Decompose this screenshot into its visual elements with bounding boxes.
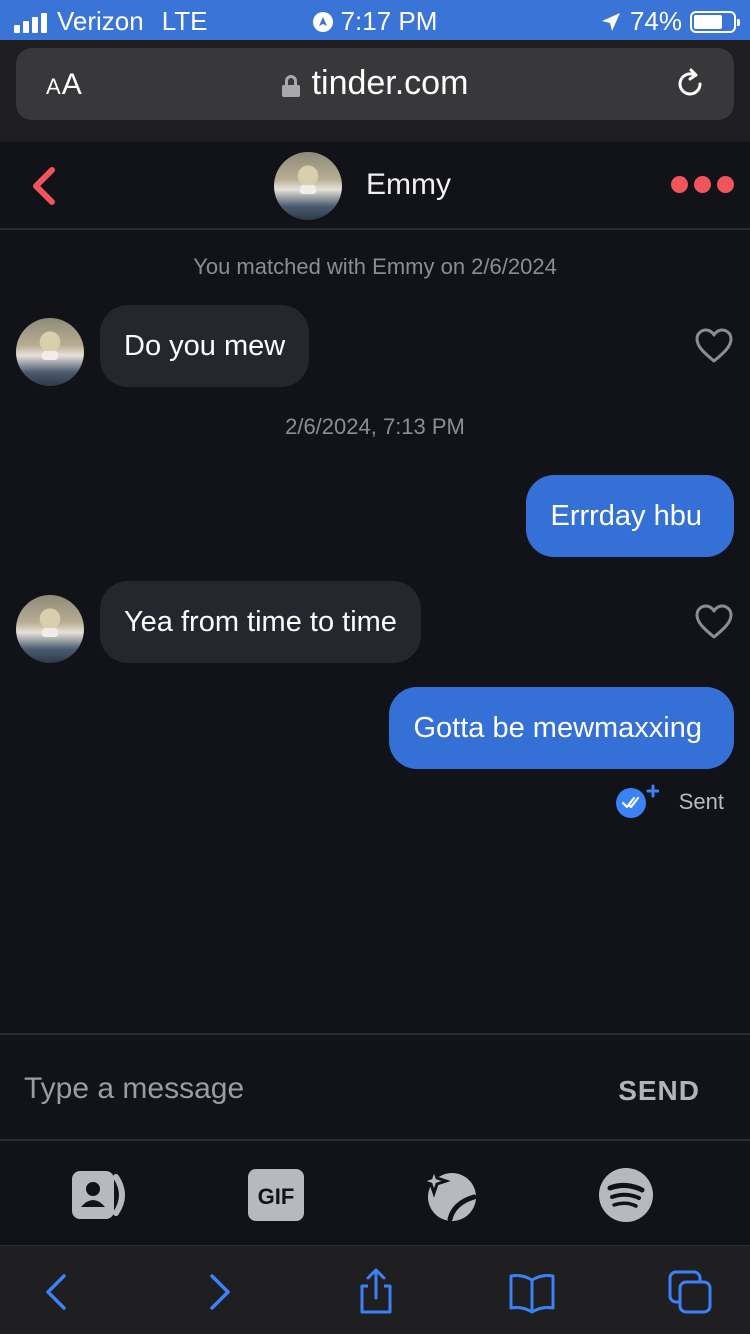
incoming-message-bubble[interactable]: Yea from time to time (100, 581, 421, 663)
browser-toolbar (0, 1245, 750, 1334)
match-avatar[interactable] (274, 152, 342, 220)
sparkle-sticker-icon[interactable] (420, 1167, 480, 1223)
navigation-icon (312, 11, 333, 32)
match-date-note: You matched with Emmy on 2/6/2024 (193, 254, 557, 279)
message-composer: SEND (0, 1033, 750, 1141)
back-chevron-icon[interactable] (28, 164, 58, 208)
lock-icon (281, 74, 300, 97)
tabs-icon[interactable] (666, 1268, 714, 1316)
status-bar: Verizon LTE 7:17 PM 74% (0, 0, 750, 40)
match-name[interactable]: Emmy (366, 168, 451, 202)
incoming-message-bubble[interactable]: Do you mew (100, 305, 310, 387)
chat-header: Emmy (0, 142, 750, 230)
spotify-icon[interactable] (596, 1167, 656, 1223)
forward-icon[interactable] (194, 1268, 242, 1316)
outgoing-message-bubble[interactable]: Errrday hbu (526, 475, 734, 557)
sent-label: Sent (678, 789, 724, 814)
like-heart-icon[interactable] (695, 328, 733, 364)
sender-avatar[interactable] (16, 318, 84, 386)
message-input[interactable] (24, 1067, 524, 1111)
bookmarks-icon[interactable] (508, 1268, 556, 1316)
battery-percent: 74% (629, 6, 682, 36)
reload-icon[interactable] (672, 66, 708, 102)
send-button[interactable]: SEND (618, 1075, 700, 1107)
message-timestamp: 2/6/2024, 7:13 PM (285, 414, 465, 439)
url-text: tinder.com (311, 64, 469, 102)
back-icon[interactable] (34, 1268, 82, 1316)
contact-card-icon[interactable] (70, 1167, 130, 1223)
battery-icon (690, 10, 740, 33)
outgoing-message-bubble[interactable]: Gotta be mewmaxxing (389, 687, 734, 769)
location-arrow-icon (601, 12, 620, 31)
gif-icon[interactable]: GIF (246, 1167, 306, 1223)
gif-label: GIF (258, 1184, 295, 1209)
address-bar[interactable]: AA tinder.com (16, 48, 734, 120)
composer-tools: GIF (0, 1141, 750, 1245)
clock: 7:17 PM (340, 6, 438, 36)
share-icon[interactable] (352, 1268, 400, 1316)
sender-avatar[interactable] (16, 595, 84, 663)
more-options-icon[interactable] (671, 176, 734, 193)
read-receipt-icon[interactable] (615, 784, 659, 820)
sent-status: Sent (615, 784, 724, 820)
like-heart-icon[interactable] (695, 604, 733, 640)
browser-address-area: AA tinder.com (0, 40, 750, 142)
